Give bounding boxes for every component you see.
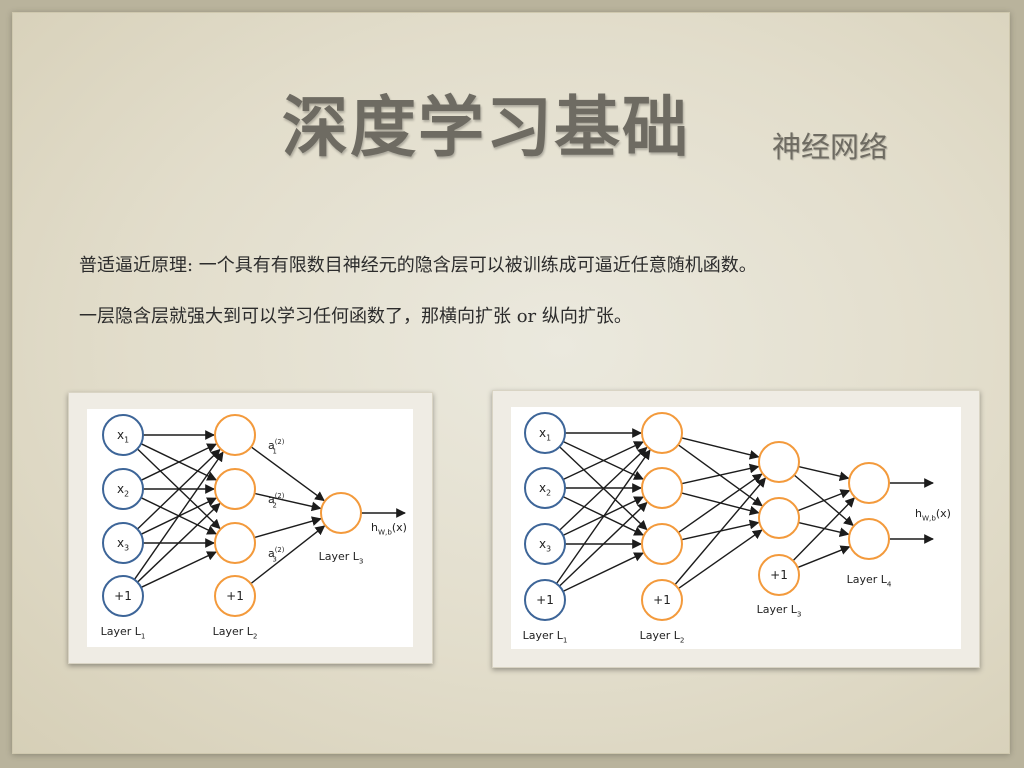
hidden-node [214, 522, 256, 564]
hidden-bias-label: +1 [226, 589, 244, 603]
output-node [848, 462, 890, 504]
hidden-node [641, 412, 683, 454]
input-node-label: +1 [114, 589, 132, 603]
shallow-network-diagram: x1x2x3+1a(2) 1a(2) 2a(2) 3+1hW,b(x)Layer L1… [87, 409, 413, 647]
output-node [848, 518, 890, 560]
hidden-node [641, 523, 683, 565]
text-line-approximation-theorem: 普适逼近原理: 一个具有有限数目神经元的隐含层可以被训练成可逼近任意随机函数。 [79, 255, 757, 276]
diagram-frame-deep-network: x1 x2 x3 +1 +1 +1 hW,b(x) Layer L1 Layer L2 Layer… [492, 390, 980, 668]
hidden-bias-label: +1 [653, 593, 671, 607]
text-line-width-vs-depth: 一层隐含层就强大到可以学习任何函数了，那横向扩张 or 纵向扩张。 [79, 306, 632, 327]
hidden-node [214, 468, 256, 510]
slide-title: 深度学习基础 [282, 88, 690, 166]
hidden-node [641, 467, 683, 509]
output-node [320, 492, 362, 534]
hidden-node [758, 497, 800, 539]
input-node-label: +1 [536, 593, 554, 607]
hidden-node [758, 441, 800, 483]
hidden-bias-label: +1 [770, 568, 788, 582]
deep-network-diagram: x1x2x3+1 +1+1hW,b(x)Layer L1 Layer L2Layer… [511, 407, 961, 649]
hidden-node [214, 414, 256, 456]
slide-subtitle: 神经网络 [772, 130, 889, 164]
diagram-frame-shallow-network: x1 x2 x3 +1 a(2) 1 a(2) 2 a(2) 3 +1 hW,b(x) Layer L1… [68, 392, 433, 664]
